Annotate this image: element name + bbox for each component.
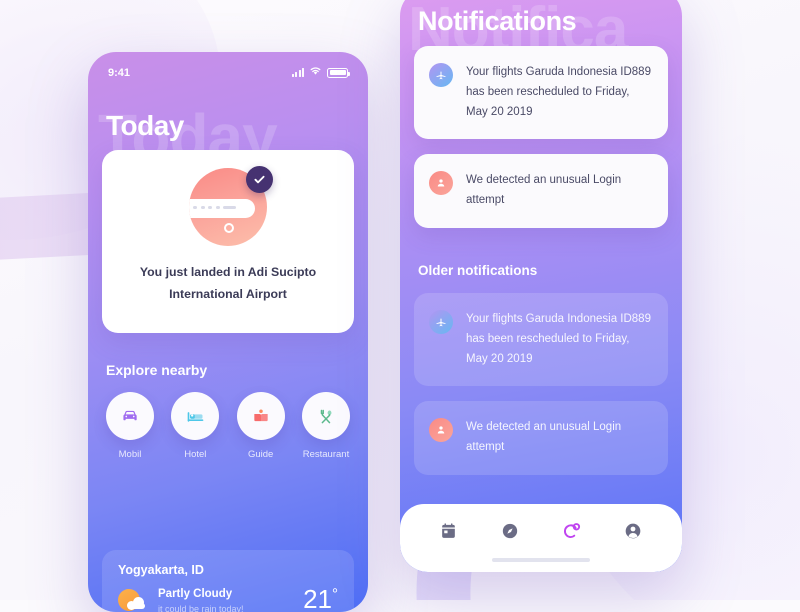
tab-calendar[interactable]	[438, 520, 460, 542]
wifi-icon	[309, 66, 322, 79]
airplane-icon	[429, 310, 453, 334]
person-icon	[429, 171, 453, 195]
notification-text: We detected an unusual Login attempt	[466, 174, 622, 206]
explore-label: Guide	[247, 449, 274, 460]
status-bar: 9:41	[88, 66, 368, 79]
weather-temp-value: 21	[303, 584, 332, 612]
home-indicator	[492, 558, 590, 562]
explore-label: Mobil	[118, 449, 142, 460]
explore-item-restaurant[interactable]: Restaurant	[298, 392, 354, 460]
explore-heading: Explore nearby	[106, 362, 208, 378]
weather-card[interactable]: Yogyakarta, ID Partly Cloudy it could be…	[102, 550, 354, 612]
notification-text: Your flights Garuda Indonesia ID889 has …	[466, 313, 651, 365]
check-icon	[246, 166, 273, 193]
weather-temperature: 21°	[303, 584, 338, 612]
weather-city: Yogyakarta, ID	[118, 563, 204, 577]
landing-message: You just landed in Adi Sucipto Internati…	[139, 265, 317, 301]
signal-bars-icon	[291, 68, 304, 77]
explore-label: Hotel	[184, 449, 207, 460]
explore-item-guide[interactable]: Guide	[233, 392, 289, 460]
page-title-notifications: Notifications	[418, 6, 577, 36]
airplane-icon	[429, 63, 453, 87]
weather-condition: Partly Cloudy	[158, 588, 233, 600]
notification-item[interactable]: We detected an unusual Login attempt	[414, 401, 668, 475]
tab-notifications[interactable]	[561, 520, 583, 542]
older-notifications-heading: Older notifications	[418, 263, 538, 278]
airplane-landing-icon	[189, 166, 273, 246]
fork-spoon-icon	[301, 392, 350, 440]
notification-item[interactable]: Your flights Garuda Indonesia ID889 has …	[414, 293, 668, 387]
notification-item[interactable]: Your flights Garuda Indonesia ID889 has …	[414, 46, 668, 140]
book-icon	[236, 392, 285, 440]
notification-text: We detected an unusual Login attempt	[466, 421, 622, 453]
tab-explore[interactable]	[499, 520, 521, 542]
status-bar-time: 9:41	[108, 66, 131, 79]
tab-profile[interactable]	[622, 520, 644, 542]
phone-screen-today: Today 9:41 Today You just landed in Adi …	[88, 52, 368, 612]
battery-icon	[327, 67, 350, 78]
sun-cloud-icon	[118, 588, 146, 612]
explore-item-hotel[interactable]: Hotel	[167, 392, 223, 460]
landing-status-card[interactable]: You just landed in Adi Sucipto Internati…	[102, 150, 354, 333]
weather-subtitle: it could be rain today!	[158, 604, 244, 612]
explore-label: Restaurant	[302, 449, 350, 460]
notification-text: Your flights Garuda Indonesia ID889 has …	[466, 66, 651, 118]
bed-icon	[171, 392, 220, 440]
explore-nearby-list: Mobil Hotel Guide Restaurant	[102, 392, 354, 460]
car-icon	[106, 392, 154, 440]
explore-item-mobil[interactable]: Mobil	[102, 392, 158, 460]
bottom-tab-bar	[400, 504, 682, 572]
notification-item[interactable]: We detected an unusual Login attempt	[414, 154, 668, 228]
phone-screen-notifications: Notifica Notifications Your flights Garu…	[400, 0, 682, 572]
person-icon	[429, 418, 453, 442]
page-title-today: Today	[106, 110, 184, 141]
